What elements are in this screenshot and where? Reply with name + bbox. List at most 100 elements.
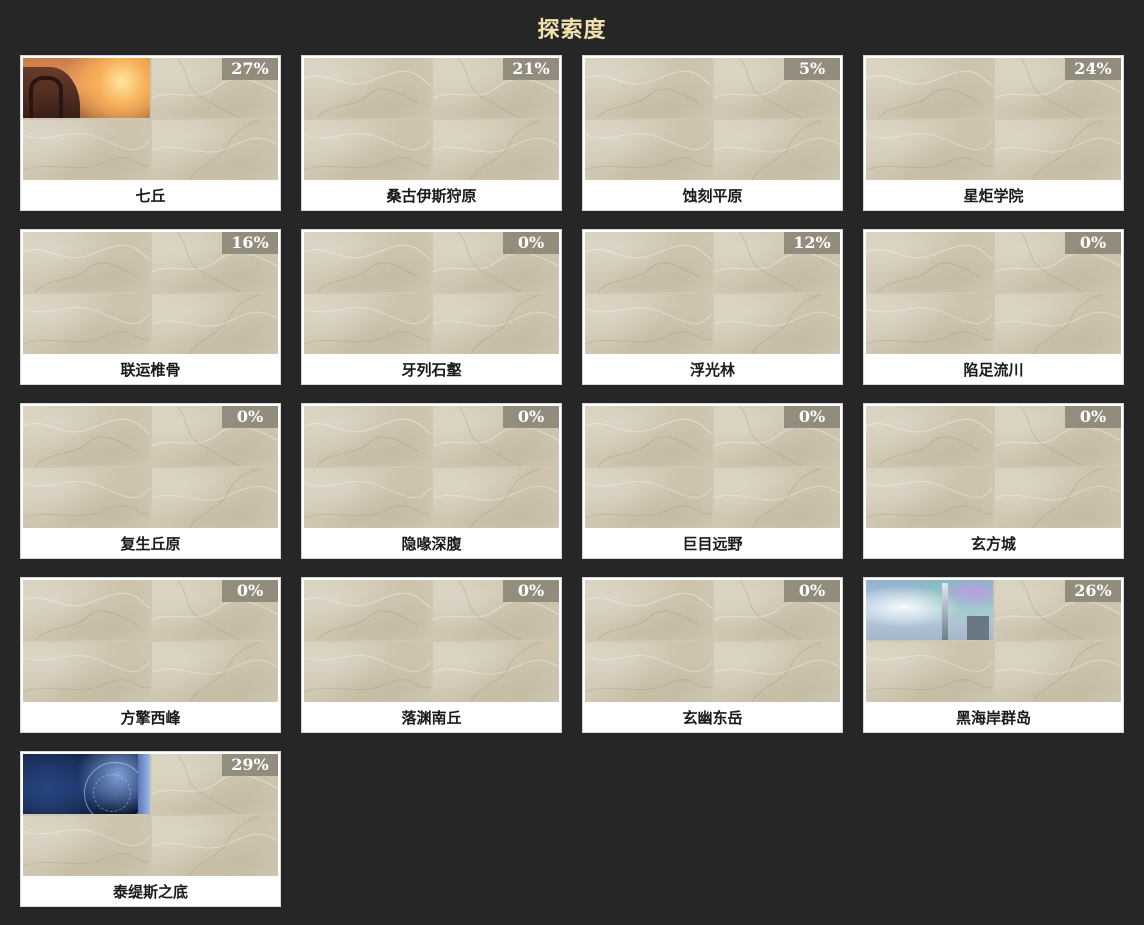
exploration-percent: 0% [503, 232, 559, 254]
region-grid: 27% 七丘 21% 桑古伊斯狩原 5% 蚀刻平原 24% 星炬学院 16% 联… [20, 55, 1124, 907]
map-tile [304, 232, 431, 292]
map-tile [994, 120, 1121, 180]
region-photo [23, 754, 150, 814]
exploration-percent: 0% [503, 406, 559, 428]
map-tile [23, 294, 150, 354]
region-card[interactable]: 0% 玄幽东岳 [582, 577, 843, 733]
map-tile [23, 468, 150, 528]
exploration-percent: 29% [222, 754, 278, 776]
region-map: 0% [304, 406, 559, 528]
region-map: 5% [585, 58, 840, 180]
map-tile [713, 120, 840, 180]
map-tile [994, 468, 1121, 528]
region-name: 星炬学院 [963, 186, 1024, 205]
region-card[interactable]: 24% 星炬学院 [863, 55, 1124, 211]
map-tile [585, 468, 712, 528]
region-name: 泰缇斯之底 [112, 882, 188, 901]
region-card[interactable]: 0% 方擎西峰 [20, 577, 281, 733]
region-card[interactable]: 0% 玄方城 [863, 403, 1124, 559]
region-name: 玄幽东岳 [682, 708, 743, 727]
region-card[interactable]: 5% 蚀刻平原 [582, 55, 843, 211]
exploration-percent: 12% [784, 232, 840, 254]
region-map: 0% [304, 232, 559, 354]
map-tile [304, 580, 431, 640]
region-name: 桑古伊斯狩原 [386, 186, 477, 205]
region-name: 落渊南丘 [401, 708, 462, 727]
exploration-percent: 21% [503, 58, 559, 80]
map-tile [23, 580, 150, 640]
exploration-percent: 0% [222, 580, 278, 602]
region-card[interactable]: 12% 浮光林 [582, 229, 843, 385]
region-card[interactable]: 16% 联运椎骨 [20, 229, 281, 385]
map-tile [304, 406, 431, 466]
map-tile [713, 642, 840, 702]
map-tile [866, 232, 993, 292]
exploration-percent: 0% [784, 406, 840, 428]
region-name: 牙列石壑 [401, 360, 462, 379]
region-map: 0% [866, 406, 1121, 528]
map-tile [866, 294, 993, 354]
region-card[interactable]: 29% 泰缇斯之底 [20, 751, 281, 907]
map-tile [585, 406, 712, 466]
region-name: 方擎西峰 [120, 708, 181, 727]
map-tile [866, 642, 993, 702]
map-tile [151, 294, 278, 354]
map-tile [151, 120, 278, 180]
region-map: 21% [304, 58, 559, 180]
region-name: 复生丘原 [120, 534, 181, 553]
map-tile [304, 294, 431, 354]
region-name: 陷足流川 [963, 360, 1024, 379]
map-tile [994, 642, 1121, 702]
region-name: 浮光林 [689, 360, 735, 379]
map-tile [304, 468, 431, 528]
region-card[interactable]: 0% 巨目远野 [582, 403, 843, 559]
map-tile [304, 58, 431, 118]
map-tile [994, 294, 1121, 354]
map-tile [23, 120, 150, 180]
region-map: 26% [866, 580, 1121, 702]
map-tile [866, 58, 993, 118]
region-map: 0% [304, 580, 559, 702]
map-tile [23, 232, 150, 292]
map-tile [432, 642, 559, 702]
region-name: 七丘 [135, 186, 166, 205]
region-map: 16% [23, 232, 278, 354]
region-card[interactable]: 0% 隐喙深腹 [301, 403, 562, 559]
map-tile [585, 642, 712, 702]
map-tile [585, 120, 712, 180]
region-card[interactable]: 21% 桑古伊斯狩原 [301, 55, 562, 211]
region-name: 联运椎骨 [120, 360, 181, 379]
region-card[interactable]: 26% 黑海岸群岛 [863, 577, 1124, 733]
exploration-percent: 0% [1065, 232, 1121, 254]
region-card[interactable]: 0% 复生丘原 [20, 403, 281, 559]
map-tile [866, 468, 993, 528]
map-tile [23, 642, 150, 702]
region-map: 0% [585, 580, 840, 702]
map-tile [866, 406, 993, 466]
region-map: 0% [23, 580, 278, 702]
region-name: 蚀刻平原 [682, 186, 743, 205]
region-map: 24% [866, 58, 1121, 180]
exploration-percent: 26% [1065, 580, 1121, 602]
region-card[interactable]: 27% 七丘 [20, 55, 281, 211]
map-tile [866, 120, 993, 180]
region-name: 隐喙深腹 [401, 534, 462, 553]
map-tile [23, 406, 150, 466]
region-name: 巨目远野 [682, 534, 743, 553]
region-map: 29% [23, 754, 278, 876]
region-map: 0% [585, 406, 840, 528]
region-card[interactable]: 0% 牙列石壑 [301, 229, 562, 385]
map-tile [151, 816, 278, 876]
region-name: 黑海岸群岛 [955, 708, 1031, 727]
map-tile [713, 468, 840, 528]
map-tile [585, 294, 712, 354]
exploration-percent: 16% [222, 232, 278, 254]
region-card[interactable]: 0% 陷足流川 [863, 229, 1124, 385]
region-photo [866, 580, 993, 640]
map-tile [585, 58, 712, 118]
region-photo [23, 58, 150, 118]
region-card[interactable]: 0% 落渊南丘 [301, 577, 562, 733]
exploration-percent: 5% [784, 58, 840, 80]
map-tile [432, 120, 559, 180]
exploration-percent: 0% [784, 580, 840, 602]
